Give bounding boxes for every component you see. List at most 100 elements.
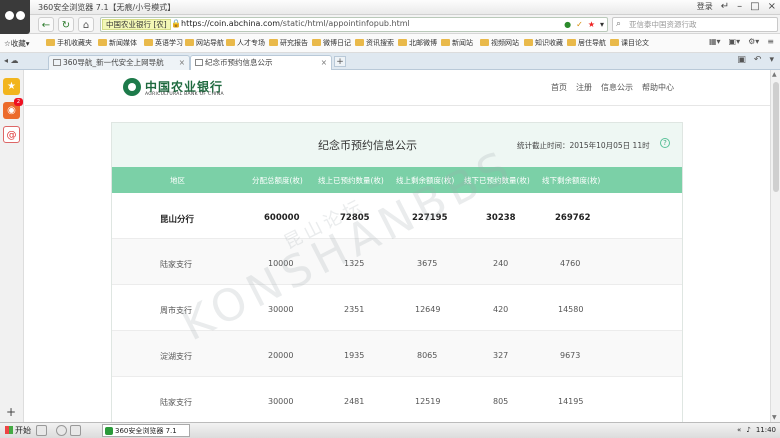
cell-online-booked: 72805	[340, 213, 370, 223]
ie-icon[interactable]	[56, 425, 67, 436]
bookmark-item[interactable]: 研究报告	[269, 38, 308, 48]
cell-online-remaining: 227195	[412, 213, 448, 223]
cell-online-booked: 1935	[344, 351, 365, 360]
new-tab-button[interactable]: +	[334, 56, 346, 67]
mail-sidebar-icon[interactable]: @	[3, 126, 20, 143]
favorite-star-icon[interactable]: ★	[588, 18, 595, 31]
bookmark-item[interactable]: 居住导航	[567, 38, 606, 48]
bookmark-item[interactable]: 课目论文	[610, 38, 649, 48]
bookmark-label: 研究报告	[280, 39, 308, 47]
cell-offline-booked: 420	[493, 305, 509, 314]
bookmark-item[interactable]: 新闻媒体	[98, 38, 137, 48]
start-button[interactable]: 开始	[2, 424, 34, 437]
folder-icon	[524, 39, 533, 46]
scroll-up-icon[interactable]: ▲	[772, 71, 777, 78]
bookmark-item[interactable]: 视频网站	[480, 38, 519, 48]
address-bar[interactable]: 中国农业银行 [农] 🔒 https://coin.abchina.com/st…	[100, 17, 608, 32]
cell-total-quota: 20000	[268, 351, 294, 360]
bookmark-item[interactable]: 知识收藏	[524, 38, 563, 48]
bookmark-item[interactable]: 新闻站	[441, 38, 473, 48]
add-sidebar-button[interactable]: +	[6, 405, 16, 419]
browser-logo-icon[interactable]	[0, 0, 30, 34]
tray-expand-icon[interactable]: «	[737, 424, 741, 437]
tab-coin-appointment[interactable]: 纪念币预约信息公示 ×	[190, 55, 332, 70]
bookmark-label: 课目论文	[621, 39, 649, 47]
tab-bar-tools: ▣ ↶ ▾	[737, 55, 774, 65]
bookmarks-bar: ☆收藏▾ 手机收藏夹 新闻媒体 英语学习 网站导航 人才专场 研究报告 微博日记…	[0, 34, 780, 53]
refresh-button[interactable]: ↻	[58, 17, 74, 32]
window-title-bar: 360安全浏览器 7.1【无痕/小号模式】 登录 ↵ – □ ×	[0, 0, 780, 34]
cell-offline-remaining: 9673	[560, 351, 581, 360]
favorites-button[interactable]: ☆收藏▾	[4, 38, 30, 49]
tab-list-icon[interactable]: ▣	[737, 55, 746, 65]
clock[interactable]: 11:40	[756, 424, 776, 437]
table-row: 陆家支行 10000 1325 3675 240 4760	[112, 239, 682, 285]
favorites-sidebar-icon[interactable]: ★	[3, 78, 20, 95]
menu-icon[interactable]: ≡	[767, 37, 774, 46]
abp-icon[interactable]: ▣▾	[729, 37, 741, 46]
settings-icon[interactable]: ⚙▾	[748, 37, 759, 46]
login-link[interactable]: 登录	[697, 1, 713, 12]
bookmark-label: 北邮微博	[409, 39, 437, 47]
bookmark-item[interactable]: 微博日记	[312, 38, 351, 48]
bookmark-item[interactable]: 北邮微博	[398, 38, 437, 48]
help-icon[interactable]: ?	[660, 138, 670, 148]
minimize-button[interactable]: –	[737, 1, 742, 12]
close-button[interactable]: ×	[768, 1, 776, 12]
bookmark-item[interactable]: 英语学习	[144, 38, 183, 48]
bank-name-en: AGRICULTURAL BANK OF CHINA	[145, 92, 224, 97]
news-sidebar-icon[interactable]: ◉ 2	[3, 98, 23, 119]
folder-icon	[441, 39, 450, 46]
dropdown-arrow-icon[interactable]: ▾	[600, 18, 604, 31]
folder-icon	[567, 39, 576, 46]
undo-close-icon[interactable]: ↶	[754, 55, 762, 65]
cell-online-booked: 2481	[344, 397, 365, 406]
nav-register[interactable]: 注册	[576, 82, 592, 93]
volume-icon[interactable]: ♪	[746, 424, 750, 437]
favorites-star-icon: ☆	[4, 39, 11, 48]
page-scrollbar[interactable]: ▲ ▼	[770, 70, 780, 422]
cell-offline-booked: 30238	[486, 213, 516, 223]
apps-grid-icon[interactable]: ▦▾	[709, 37, 721, 46]
nav-info-publish[interactable]: 信息公示	[601, 82, 633, 93]
maximize-button[interactable]: □	[750, 1, 759, 12]
header-total-quota: 分配总额度(枚)	[252, 176, 303, 185]
site-nav: 首页 注册 信息公示 帮助中心	[551, 82, 674, 93]
tab-close-icon[interactable]: ×	[321, 56, 327, 70]
scroll-down-icon[interactable]: ▼	[772, 414, 777, 421]
site-badge: 中国农业银行 [农]	[102, 19, 171, 30]
tab-close-icon[interactable]: ×	[179, 56, 185, 70]
folder-icon	[226, 39, 235, 46]
bookmark-item[interactable]: 网站导航	[185, 38, 224, 48]
header-offline-booked: 线下已预约数量(枚)	[464, 176, 530, 185]
tab-label: 360导航_新一代安全上网导航	[63, 58, 164, 67]
cell-offline-booked: 327	[493, 351, 509, 360]
desktop-icon[interactable]	[70, 425, 81, 436]
tab-nav-icons[interactable]: ◂ ☁	[4, 56, 19, 65]
navigation-bar: ← ↻ ⌂ 中国农业银行 [农] 🔒 https://coin.abchina.…	[0, 15, 780, 34]
nav-home[interactable]: 首页	[551, 82, 567, 93]
bookmark-item[interactable]: 手机收藏夹	[46, 38, 92, 48]
tab-bar: ◂ ☁ 360导航_新一代安全上网导航 × 纪念币预约信息公示 × + ▣ ↶ ▾	[0, 53, 780, 70]
security-shield-icon[interactable]: ●	[564, 18, 571, 31]
home-button[interactable]: ⌂	[78, 17, 94, 32]
tab-menu-icon[interactable]: ▾	[769, 55, 774, 65]
search-box[interactable]: ⌕ 亚信泰中国资源行政	[612, 17, 778, 32]
taskbar-browser-task[interactable]: 360安全浏览器 7.1	[102, 424, 190, 437]
url-text[interactable]: https://coin.abchina.com/static/html/app…	[181, 19, 410, 28]
bookmark-label: 手机收藏夹	[57, 39, 92, 47]
toolbar-icons: ▦▾ ▣▾ ⚙▾ ≡	[709, 37, 774, 46]
window-controls: 登录 ↵ – □ ×	[697, 1, 776, 12]
search-input[interactable]: 亚信泰中国资源行政	[629, 19, 697, 30]
start-label: 开始	[15, 426, 31, 435]
scrollbar-thumb[interactable]	[773, 82, 779, 192]
tab-360-navigation[interactable]: 360导航_新一代安全上网导航 ×	[48, 55, 190, 70]
bookmark-item[interactable]: 资讯搜索	[355, 38, 394, 48]
nav-help-center[interactable]: 帮助中心	[642, 82, 674, 93]
restore-icon[interactable]: ↵	[721, 1, 729, 12]
abc-logo-icon[interactable]	[123, 78, 141, 96]
quick-launch-icon[interactable]	[36, 425, 47, 436]
speed-icon[interactable]: ✓	[576, 18, 583, 31]
back-button[interactable]: ←	[38, 17, 54, 32]
bookmark-item[interactable]: 人才专场	[226, 38, 265, 48]
